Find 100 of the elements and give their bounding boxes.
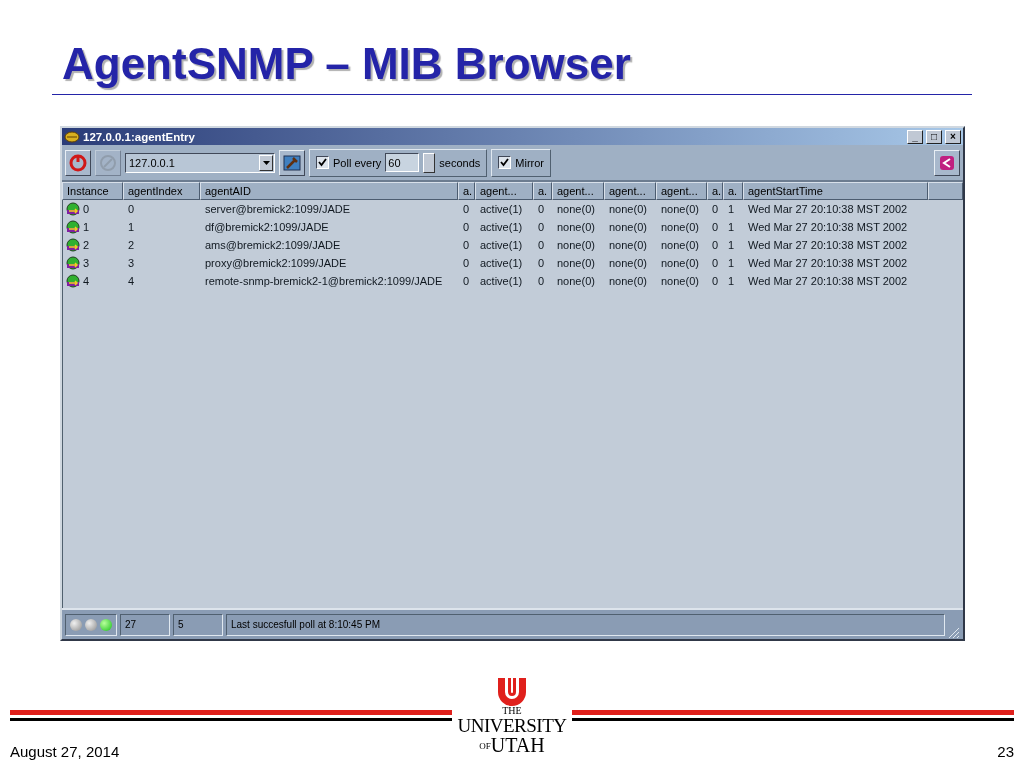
- window-control-button[interactable]: _: [907, 129, 923, 144]
- table-cell-text: none(0): [608, 239, 648, 251]
- agent-icon: [65, 202, 81, 216]
- table-cell-text: active(1): [479, 239, 524, 251]
- seconds-label: seconds: [439, 156, 481, 169]
- address-combo[interactable]: 127.0.0.1: [125, 152, 275, 173]
- table-cell: 1: [83, 221, 90, 233]
- table-cell-text: 1: [727, 257, 736, 269]
- table-cell-text: none(0): [556, 239, 596, 251]
- table-cell-text: 0: [462, 257, 471, 269]
- mirror-checkbox[interactable]: [498, 156, 512, 169]
- column-header[interactable]: agent...: [656, 182, 707, 200]
- table-cell-text: 0: [711, 239, 720, 251]
- poll-interval-field[interactable]: 60: [385, 153, 420, 172]
- table-cell-text: 0: [711, 275, 720, 287]
- status-field: 27: [120, 613, 170, 636]
- table-cell-text: ams@bremick2:1099/JADE: [204, 239, 342, 251]
- table-cell-text: none(0): [608, 203, 648, 215]
- check-icon: [318, 158, 327, 167]
- table-cell-text: 0: [462, 275, 471, 287]
- table-cell: 4: [83, 275, 90, 287]
- check-icon: [500, 158, 510, 167]
- table-cell-text: Wed Mar 27 20:10:38 MST 2002: [747, 239, 909, 251]
- table-cell-text: 0: [462, 203, 471, 215]
- table-cell-text: Wed Mar 27 20:10:38 MST 2002: [747, 275, 909, 287]
- table-cell-text: df@bremick2:1099/JADE: [204, 221, 330, 233]
- column-header[interactable]: agentAID: [200, 182, 458, 200]
- table-cell-text: 0: [462, 221, 471, 233]
- column-header[interactable]: agent...: [552, 182, 604, 200]
- table-cell-text: none(0): [556, 257, 596, 269]
- agent-icon: [65, 238, 81, 252]
- table-cell-text: 1: [727, 275, 736, 287]
- hammer-picture-icon[interactable]: [283, 154, 301, 171]
- table-cell-text: 4: [127, 275, 136, 287]
- table-cell: 3: [83, 257, 90, 269]
- table-cell-text: none(0): [660, 275, 700, 287]
- table-cell-text: Wed Mar 27 20:10:38 MST 2002: [747, 203, 909, 215]
- dropdown-arrow-icon[interactable]: [262, 160, 270, 165]
- window-title: 127.0.0.1:agentEntry: [83, 130, 196, 143]
- slide-number: 23: [997, 743, 1014, 760]
- table-cell-text: 0: [711, 203, 720, 215]
- column-header[interactable]: a.: [533, 182, 552, 200]
- spinner-icon[interactable]: [423, 152, 436, 173]
- table-cell-text: 0: [537, 275, 546, 287]
- table-cell-text: 1: [727, 221, 736, 233]
- table-cell-text: 0: [711, 221, 720, 233]
- logo-text: UTAH: [490, 735, 545, 755]
- column-header[interactable]: agentStartTime: [743, 182, 928, 200]
- logo-text: THE: [502, 706, 522, 716]
- column-header[interactable]: a.: [707, 182, 723, 200]
- table-cell-text: 0: [711, 257, 720, 269]
- table-cell: 2: [83, 239, 90, 251]
- column-header[interactable]: agent...: [604, 182, 656, 200]
- table-cell-text: 0: [537, 239, 546, 251]
- table-cell-text: none(0): [608, 221, 648, 233]
- table-cell-text: Wed Mar 27 20:10:38 MST 2002: [747, 257, 909, 269]
- column-header[interactable]: a.: [723, 182, 743, 200]
- resize-grip-icon[interactable]: [948, 627, 960, 639]
- logo-text: OF: [479, 742, 491, 751]
- logo-text: UNIVERSITY: [457, 716, 567, 735]
- agent-icon: [65, 220, 81, 234]
- table-cell-text: active(1): [479, 257, 524, 269]
- table-cell-text: active(1): [479, 203, 524, 215]
- table-cell-text: Wed Mar 27 20:10:38 MST 2002: [747, 221, 909, 233]
- agent-icon: [65, 274, 81, 288]
- table-cell-text: active(1): [479, 275, 524, 287]
- table-cell-text: 1: [727, 203, 736, 215]
- table-cell-text: remote-snmp-bremick2-1@bremick2:1099/JADE: [204, 275, 444, 287]
- table-cell-text: 0: [462, 239, 471, 251]
- table-cell-text: 0: [537, 221, 546, 233]
- status-field: Last succesfull poll at 8:10:45 PM: [226, 613, 945, 636]
- app-icon: [64, 130, 80, 143]
- slide-title: AgentSNMP – MIB Browser: [62, 38, 632, 90]
- table-cell-text: 0: [127, 203, 136, 215]
- column-header[interactable]: agentIndex: [123, 182, 200, 200]
- agent-icon: [65, 256, 81, 270]
- table-cell-text: none(0): [556, 275, 596, 287]
- poll-checkbox[interactable]: [316, 156, 329, 169]
- column-header[interactable]: a.: [458, 182, 475, 200]
- table-cell-text: none(0): [660, 257, 700, 269]
- column-header[interactable]: agent...: [475, 182, 533, 200]
- table-cell-text: none(0): [608, 275, 648, 287]
- slide-date: August 27, 2014: [10, 743, 120, 760]
- window-control-button[interactable]: ×: [945, 129, 961, 144]
- column-header[interactable]: Instance: [62, 182, 123, 200]
- browse-button[interactable]: [279, 149, 305, 176]
- poll-label: Poll every: [333, 156, 382, 169]
- table-cell-text: none(0): [660, 203, 700, 215]
- table-cell-text: 1: [127, 221, 136, 233]
- table-cell-text: 1: [727, 239, 736, 251]
- table-cell-text: 0: [537, 203, 546, 215]
- table-cell-text: none(0): [556, 203, 596, 215]
- status-field: 5: [173, 613, 223, 636]
- window-control-button[interactable]: □: [926, 129, 942, 144]
- table-cell-text: none(0): [608, 257, 648, 269]
- table-cell-text: proxy@bremick2:1099/JADE: [204, 257, 348, 269]
- table-cell-text: 2: [127, 239, 136, 251]
- table-cell-text: active(1): [479, 221, 524, 233]
- table-cell-text: none(0): [660, 239, 700, 251]
- table-cell: 0: [83, 203, 90, 215]
